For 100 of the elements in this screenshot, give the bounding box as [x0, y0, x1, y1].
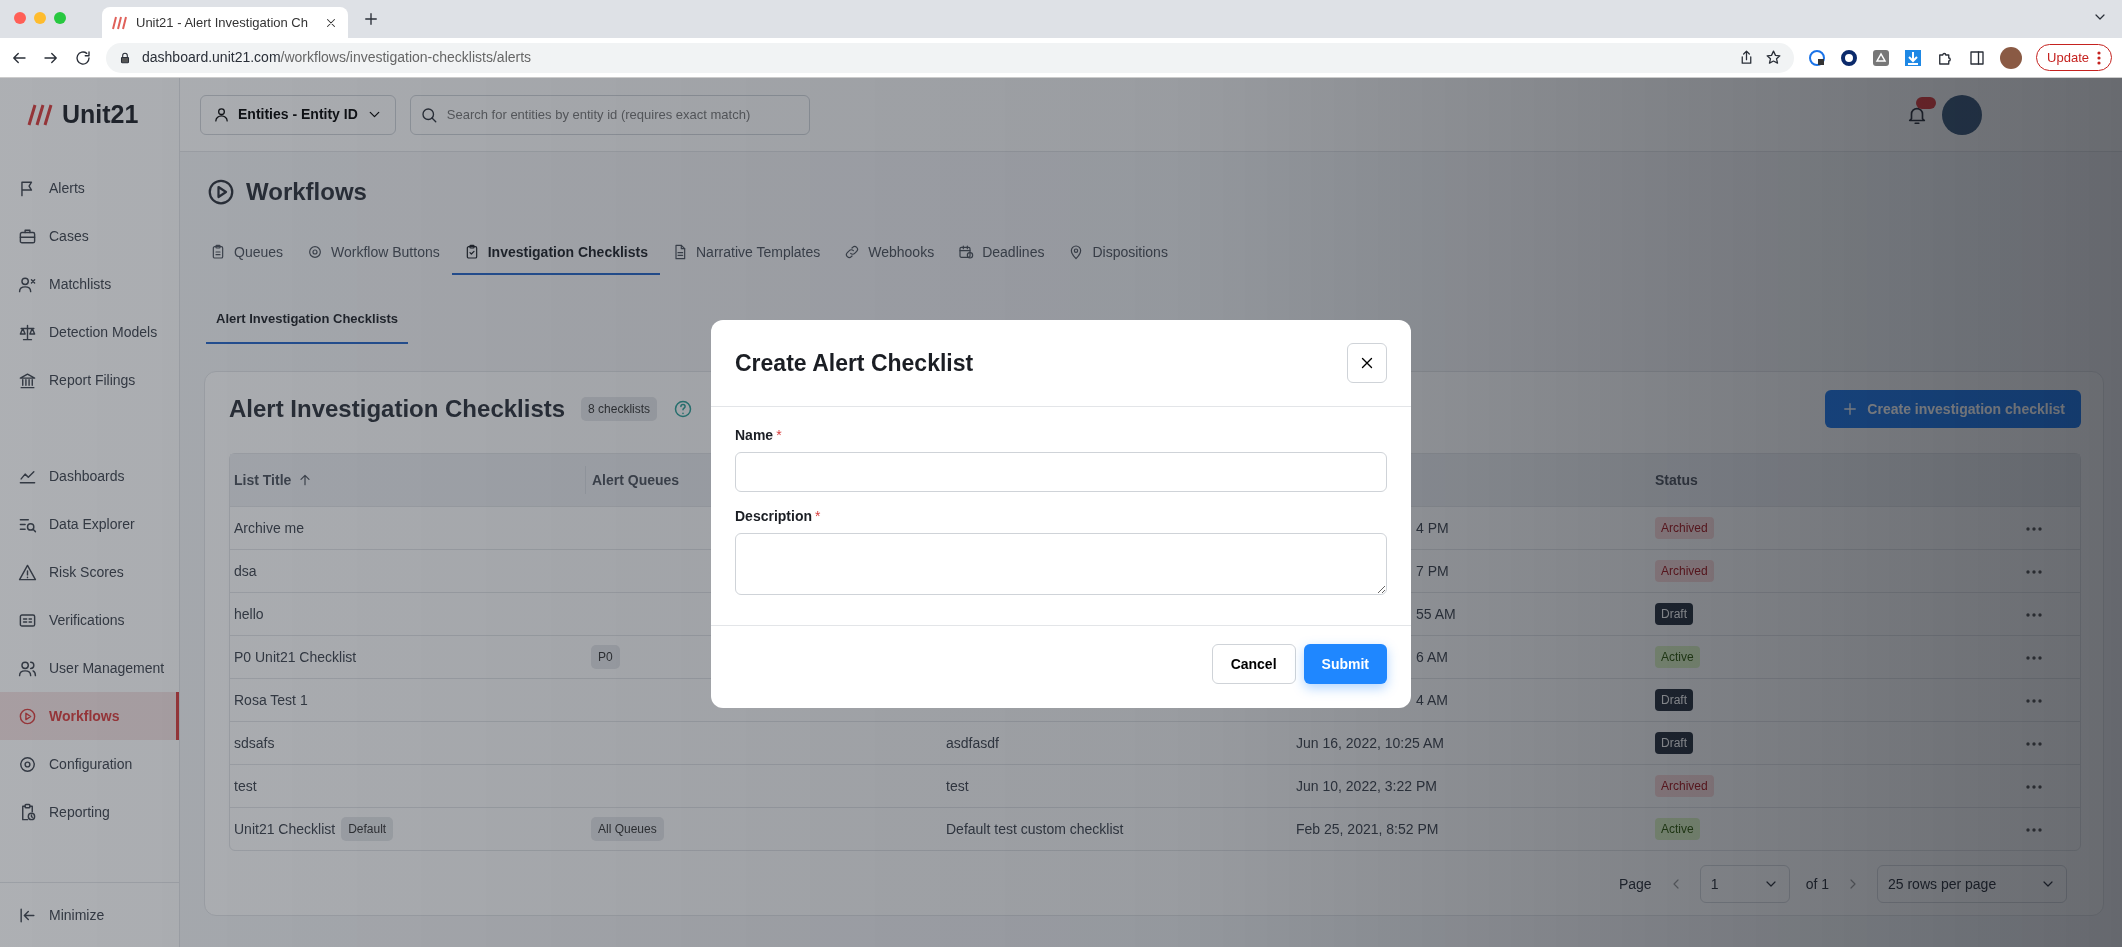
more-options-icon[interactable] — [2026, 827, 2042, 832]
sidebar-item[interactable]: Report Filings — [0, 356, 179, 404]
more-options-icon[interactable] — [2026, 569, 2042, 574]
sidebar-item[interactable]: Verifications — [0, 596, 179, 644]
status-tag: Draft — [1655, 689, 1693, 711]
minimize-button[interactable]: Minimize — [0, 883, 179, 947]
more-vertical-icon — [2097, 50, 2101, 65]
sidebar-item[interactable]: Workflows — [0, 692, 179, 740]
queue-tag: All Queues — [591, 817, 664, 841]
table-cell: Default test custom checklist — [946, 820, 1124, 837]
rows-per-page-select[interactable]: 25 rows per page — [1877, 865, 2067, 903]
table-cell: 4 AM — [1416, 691, 1448, 708]
table-cell-text: sdsafs — [234, 733, 275, 753]
name-field[interactable] — [735, 452, 1387, 492]
field-label: Description * — [735, 507, 822, 526]
status-tag: Archived — [1655, 775, 1714, 797]
password-extension-icon[interactable] — [1808, 48, 1827, 67]
user-avatar[interactable] — [1942, 94, 1982, 135]
sidebar-item[interactable]: Risk Scores — [0, 548, 179, 596]
more-options-icon[interactable] — [2026, 741, 2042, 746]
page-label: Page — [1618, 874, 1652, 894]
side-panel-icon — [1968, 48, 1987, 67]
status-tag: Active — [1655, 818, 1700, 840]
table-cell-text: Unit21 Checklist — [234, 819, 336, 839]
warning-icon — [18, 562, 37, 582]
more-options-icon[interactable] — [2026, 784, 2042, 789]
workflow-tab[interactable]: Narrative Templates — [660, 231, 833, 275]
table-cell-text: P0 Unit21 Checklist — [234, 647, 357, 667]
dialog-title: Create Alert Checklist — [735, 348, 974, 378]
table-cell-text: hello — [234, 604, 264, 624]
workflow-tab[interactable]: Investigation Checklists — [451, 231, 660, 275]
workflow-tab[interactable]: Webhooks — [832, 231, 947, 275]
table-cell-text: Rosa Test 1 — [234, 690, 308, 710]
reload-icon — [74, 48, 92, 67]
browser-tab[interactable]: Unit21 - Alert Investigation Ch — [102, 7, 348, 38]
tile-extension-icon[interactable] — [1872, 48, 1891, 67]
calendar-clock-icon — [958, 244, 975, 260]
workflow-tab[interactable]: Deadlines — [946, 231, 1057, 275]
sidebar-item[interactable]: Alerts — [0, 164, 179, 212]
download-extension-icon[interactable] — [1904, 48, 1923, 67]
address-bar[interactable]: dashboard.unit21.com/workflows/investigation-checklists/alerts — [106, 42, 1795, 73]
subtab[interactable]: Alert Investigation Checklists — [206, 296, 409, 344]
card-title: Alert Investigation Checklists — [229, 394, 566, 424]
workflow-tab[interactable]: Workflow Buttons — [295, 231, 452, 275]
sidebar-item[interactable]: Configuration — [0, 740, 179, 788]
table-cell: test — [946, 777, 969, 794]
field-label: Name * — [735, 426, 783, 445]
document-icon — [672, 244, 688, 260]
table-cell: 7 PM — [1416, 562, 1449, 579]
url-host: dashboard.unit21.com — [142, 49, 281, 65]
page-title: Workflows — [246, 177, 367, 207]
sidebar-item[interactable]: Dashboards — [0, 452, 179, 500]
more-options-icon[interactable] — [2026, 526, 2042, 531]
page-select[interactable]: 1 — [1699, 865, 1790, 903]
close-button[interactable] — [1347, 343, 1387, 383]
sidebar-item[interactable]: Matchlists — [0, 260, 179, 308]
link-icon — [844, 244, 861, 260]
notification-badge — [1916, 96, 1936, 109]
table-cell-text: Archive me — [234, 518, 305, 538]
sidebar-item[interactable]: Reporting — [0, 788, 179, 836]
status-tag: Archived — [1655, 517, 1714, 539]
briefcase-icon — [18, 226, 37, 246]
sidebar-item[interactable]: Detection Models — [0, 308, 179, 356]
clipboard-icon — [210, 244, 226, 260]
update-button[interactable]: Update — [2036, 43, 2112, 72]
column-header[interactable]: List Title — [234, 469, 292, 491]
table-cell-text: test — [234, 776, 257, 796]
submit-button[interactable]: Submit — [1303, 644, 1387, 684]
zoom-window-icon[interactable] — [54, 12, 66, 24]
workflow-tab[interactable]: Queues — [198, 231, 296, 275]
table-cell: Feb 25, 2021, 8:52 PM — [1296, 820, 1439, 837]
table-cell: asdfasdf — [946, 734, 999, 751]
search-field[interactable]: Search for entities by entity id (requires exact match) — [409, 94, 810, 135]
bank-icon — [18, 370, 37, 390]
sidebar-item[interactable]: Data Explorer — [0, 500, 179, 548]
table-cell: Jun 10, 2022, 3:22 PM — [1296, 777, 1437, 794]
tab-title: Unit21 - Alert Investigation Ch — [136, 13, 309, 32]
description-field[interactable] — [735, 533, 1387, 595]
more-options-icon[interactable] — [2026, 655, 2042, 660]
workflow-tab[interactable]: Dispositions — [1056, 231, 1180, 275]
status-tag: Active — [1655, 646, 1700, 668]
cancel-button[interactable]: Cancel — [1211, 644, 1296, 684]
default-tag: Default — [341, 817, 394, 841]
table-cell: 6 AM — [1416, 648, 1448, 665]
person-icon — [213, 106, 230, 123]
sidebar-item[interactable]: Cases — [0, 212, 179, 260]
more-options-icon[interactable] — [2026, 698, 2042, 703]
lock-icon — [118, 50, 132, 65]
close-window-icon[interactable] — [14, 12, 26, 24]
queue-tag: P0 — [591, 645, 620, 669]
column-header[interactable]: Alert Queues — [592, 469, 680, 491]
column-header[interactable]: Status — [1655, 471, 1698, 488]
slashes-logo-icon — [112, 15, 128, 30]
entity-selector[interactable]: Entities - Entity ID — [200, 94, 396, 135]
more-options-icon[interactable] — [2026, 612, 2042, 617]
ring-extension-icon[interactable] — [1840, 48, 1859, 67]
status-tag: Draft — [1655, 732, 1693, 754]
sidebar-item[interactable]: User Management — [0, 644, 179, 692]
profile-avatar[interactable] — [2000, 46, 2023, 69]
logo-text: Unit21 — [62, 99, 139, 131]
